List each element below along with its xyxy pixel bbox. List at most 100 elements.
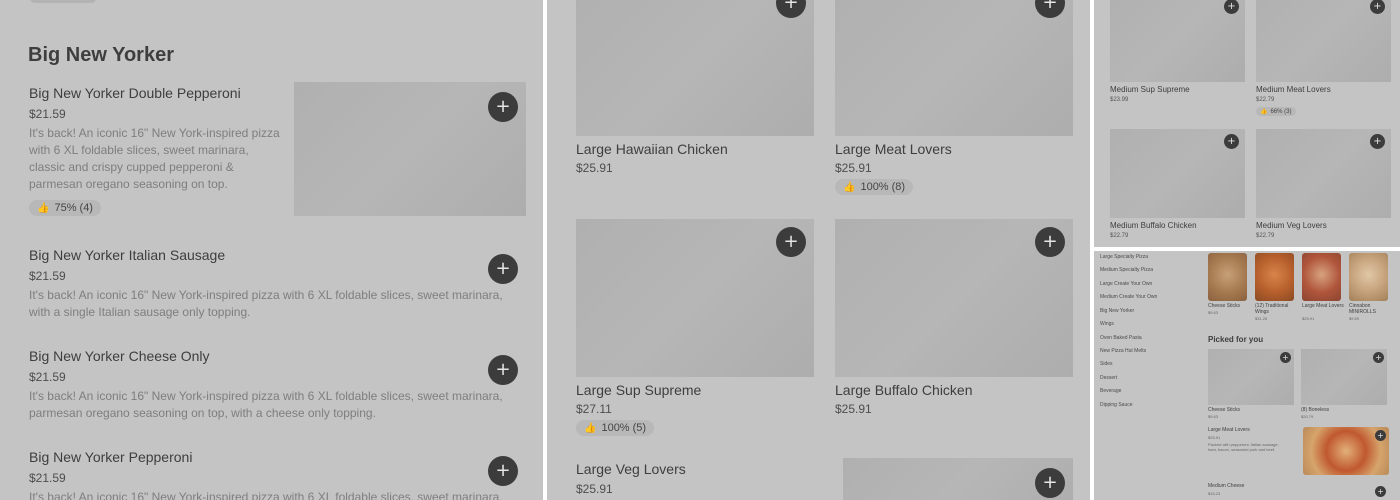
rating-badge: 👍 75% (4) <box>29 200 101 216</box>
item-image <box>835 0 1073 136</box>
item-name: Big New Yorker Double Pepperoni <box>29 85 241 101</box>
big-new-yorker-panel: Big New Yorker Big New Yorker Double Pep… <box>0 0 543 500</box>
item-name: Large Meat Lovers <box>1208 427 1250 433</box>
item-price: $21.59 <box>29 107 66 121</box>
sidebar-item[interactable]: Medium Specialty Pizza <box>1100 267 1153 273</box>
sidebar-item[interactable]: New Pizza Hut Melts <box>1100 348 1146 354</box>
item-description: Packed with pepperoni, Italian sausage, … <box>1208 442 1279 452</box>
add-item-button[interactable]: + <box>1375 430 1386 441</box>
item-name: Large Hawaiian Chicken <box>576 141 728 157</box>
sidebar-item[interactable]: Oven Baked Pasta <box>1100 335 1142 341</box>
add-item-button[interactable]: + <box>1370 134 1385 149</box>
plus-icon: + <box>783 231 799 252</box>
item-name: (12) Traditional Wings <box>1255 303 1289 315</box>
plus-icon: + <box>1227 0 1236 12</box>
item-name: Medium Veg Lovers <box>1256 221 1327 230</box>
item-price: $9.63 <box>1208 310 1219 315</box>
rating-text: 100% (5) <box>601 422 647 434</box>
add-item-button[interactable]: + <box>1373 352 1384 363</box>
item-price: $23.99 <box>1110 97 1129 103</box>
plus-icon: + <box>1373 0 1382 12</box>
item-price: $25.91 <box>835 402 872 416</box>
plus-icon: + <box>495 460 511 481</box>
item-name: Medium Cheese <box>1208 483 1245 489</box>
picked-for-you-heading: Picked for you <box>1208 335 1264 344</box>
plus-icon: + <box>1377 486 1384 496</box>
item-price: $22.79 <box>1256 233 1275 239</box>
rating-text: 100% (8) <box>860 181 906 193</box>
item-name: (8) Boneless <box>1301 407 1330 413</box>
item-name: Medium Meat Lovers <box>1256 85 1331 94</box>
item-name: Large Veg Lovers <box>576 461 686 477</box>
sidebar-item[interactable]: Sides <box>1100 361 1113 367</box>
item-name: Cheese Sticks <box>1208 303 1240 309</box>
item-price: $25.91 <box>576 482 613 496</box>
item-name: Medium Buffalo Chicken <box>1110 221 1197 230</box>
item-image <box>576 0 814 136</box>
sidebar-item[interactable]: Large Create Your Own <box>1100 281 1152 287</box>
plus-icon: + <box>1282 352 1289 362</box>
item-name: Big New Yorker Cheese Only <box>29 348 210 364</box>
add-item-button[interactable]: + <box>1375 486 1386 497</box>
sidebar-item[interactable]: Beverage <box>1100 388 1121 394</box>
item-image <box>1302 253 1341 301</box>
item-description: It's back! An iconic 16" New York-inspir… <box>29 288 503 319</box>
item-name: Large Meat Lovers <box>1302 303 1344 309</box>
plus-icon: + <box>1042 231 1058 252</box>
rating-badge: 👍 100% (8) <box>835 179 914 195</box>
item-image <box>1208 253 1247 301</box>
add-item-button[interactable]: + <box>1280 352 1291 363</box>
item-name: Big New Yorker Pepperoni <box>29 449 193 465</box>
plus-icon: + <box>1375 352 1382 362</box>
thumbs-up-icon: 👍 <box>584 422 597 434</box>
thumbs-up-icon: 👍 <box>37 202 50 214</box>
plus-icon: + <box>495 96 511 117</box>
rating-text: 75% (4) <box>54 202 93 214</box>
sidebar-item[interactable]: Big New Yorker <box>1100 308 1134 314</box>
rating-badge: 👍 100% (5) <box>576 420 655 436</box>
add-item-button[interactable]: + <box>488 456 518 486</box>
sidebar-item[interactable]: Wings <box>1100 321 1114 327</box>
item-name: Big New Yorker Italian Sausage <box>29 247 226 263</box>
add-item-button[interactable]: + <box>488 355 518 385</box>
add-item-button[interactable]: + <box>488 254 518 284</box>
plus-icon: + <box>495 258 511 279</box>
item-price: $25.91 <box>1208 435 1221 440</box>
plus-icon: + <box>1377 430 1384 440</box>
item-price: $22.79 <box>1110 233 1129 239</box>
sidebar-item[interactable]: Dessert <box>1100 375 1117 381</box>
medium-pizza-grid-panel: + Medium Sup Supreme $23.99 + Medium Mea… <box>1094 0 1400 247</box>
item-description: It's back! An iconic 16" New York-inspir… <box>29 126 280 191</box>
section-title: Big New Yorker <box>28 44 174 66</box>
store-overview-panel: Large Specialty Pizza Medium Specialty P… <box>1094 251 1400 500</box>
add-item-button[interactable]: + <box>1035 227 1065 257</box>
thumbs-up-icon: 👍 <box>1260 108 1268 115</box>
sidebar-item[interactable]: Dipping Sauce <box>1100 402 1133 408</box>
large-pizza-grid-panel: + Large Hawaiian Chicken $25.91 + Large … <box>547 0 1090 500</box>
item-price: $21.59 <box>29 471 66 485</box>
plus-icon: + <box>783 0 799 13</box>
plus-icon: + <box>495 359 511 380</box>
plus-icon: + <box>1042 0 1058 13</box>
item-image <box>1255 253 1294 301</box>
item-price: $9.59 <box>1349 316 1360 321</box>
plus-icon: + <box>1227 135 1236 147</box>
sidebar-item[interactable]: Medium Create Your Own <box>1100 294 1157 300</box>
sidebar-item[interactable]: Large Specialty Pizza <box>1100 254 1148 260</box>
add-item-button[interactable]: + <box>1035 468 1065 498</box>
item-name: Medium Sup Supreme <box>1110 85 1190 94</box>
add-item-button[interactable]: + <box>776 227 806 257</box>
plus-icon: + <box>1042 472 1058 493</box>
item-price: $31.26 <box>1255 316 1268 321</box>
thumbs-up-icon: 👍 <box>843 181 856 193</box>
category-pill[interactable] <box>30 0 96 3</box>
item-name: Cheese Sticks <box>1208 407 1240 413</box>
item-image <box>1110 0 1245 82</box>
plus-icon: + <box>1373 135 1382 147</box>
item-price: $25.91 <box>835 161 872 175</box>
add-item-button[interactable]: + <box>1224 134 1239 149</box>
rating-text: 66% (3) <box>1270 108 1292 115</box>
add-item-button[interactable]: + <box>488 92 518 122</box>
item-name: Cinnabon MINIROLLS <box>1349 303 1376 315</box>
rating-badge: 👍 66% (3) <box>1256 107 1296 116</box>
